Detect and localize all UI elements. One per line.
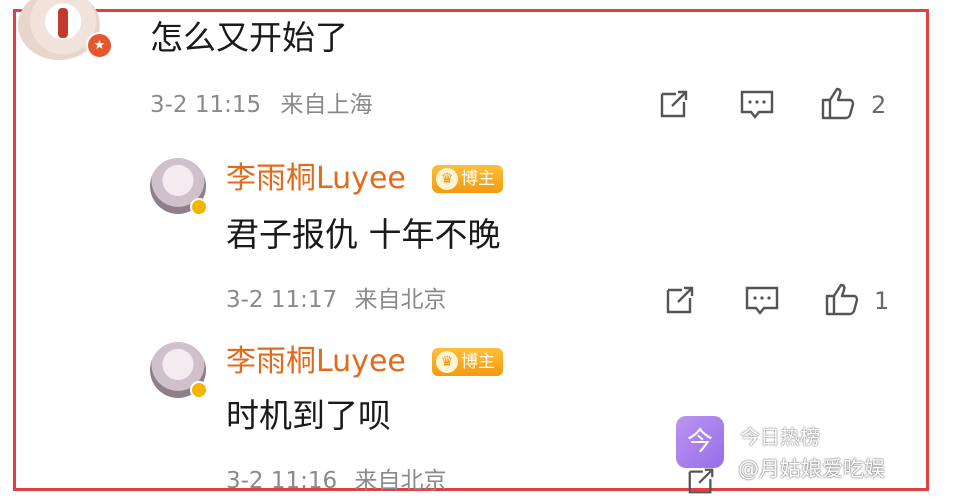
reply-time: 3-2 11:16 xyxy=(226,468,338,494)
reply-time: 3-2 11:17 xyxy=(226,287,338,313)
reply-location: 来自北京 xyxy=(354,468,447,494)
reply-text: 时机到了呗 xyxy=(226,396,391,435)
comment-location: 来自上海 xyxy=(280,92,373,118)
like-count: 1 xyxy=(874,287,890,315)
reply-meta: 3-2 11:17 来自北京 xyxy=(226,285,446,315)
username[interactable]: 李雨桐Luyee xyxy=(226,161,406,197)
comment-time: 3-2 11:15 xyxy=(150,92,262,118)
comment-icon[interactable] xyxy=(744,284,780,316)
crown-icon: ♛ xyxy=(436,351,458,373)
crown-icon: ♛ xyxy=(436,168,458,190)
watermark-title: 今日热榜 xyxy=(740,425,820,449)
reply-text: 君子报仇 十年不晚 xyxy=(226,215,501,254)
badge-label: 博主 xyxy=(461,352,495,372)
verified-icon xyxy=(190,381,208,399)
reply-meta: 3-2 11:16 来自北京 xyxy=(226,466,446,496)
share-icon[interactable] xyxy=(658,88,690,120)
badge-label: 博主 xyxy=(461,169,495,189)
username[interactable]: 李雨桐Luyee xyxy=(226,344,406,380)
toutiao-logo: 今 xyxy=(676,416,724,468)
like-icon[interactable] xyxy=(824,281,860,317)
star-badge-icon: ★ xyxy=(86,32,113,59)
comment-text: 怎么又开始了 xyxy=(150,18,348,57)
share-icon[interactable] xyxy=(664,284,696,316)
share-icon[interactable] xyxy=(686,466,716,496)
verified-icon xyxy=(190,198,208,216)
reply-location: 来自北京 xyxy=(354,287,447,313)
comment-icon[interactable] xyxy=(739,88,775,120)
like-icon[interactable] xyxy=(820,85,856,121)
watermark-user: @月姑娘爱吃娱 xyxy=(738,457,885,481)
comment-meta: 3-2 11:15 来自上海 xyxy=(150,90,372,120)
blogger-badge: ♛ 博主 xyxy=(432,348,503,376)
like-count: 2 xyxy=(871,91,887,119)
blogger-badge: ♛ 博主 xyxy=(432,165,503,193)
